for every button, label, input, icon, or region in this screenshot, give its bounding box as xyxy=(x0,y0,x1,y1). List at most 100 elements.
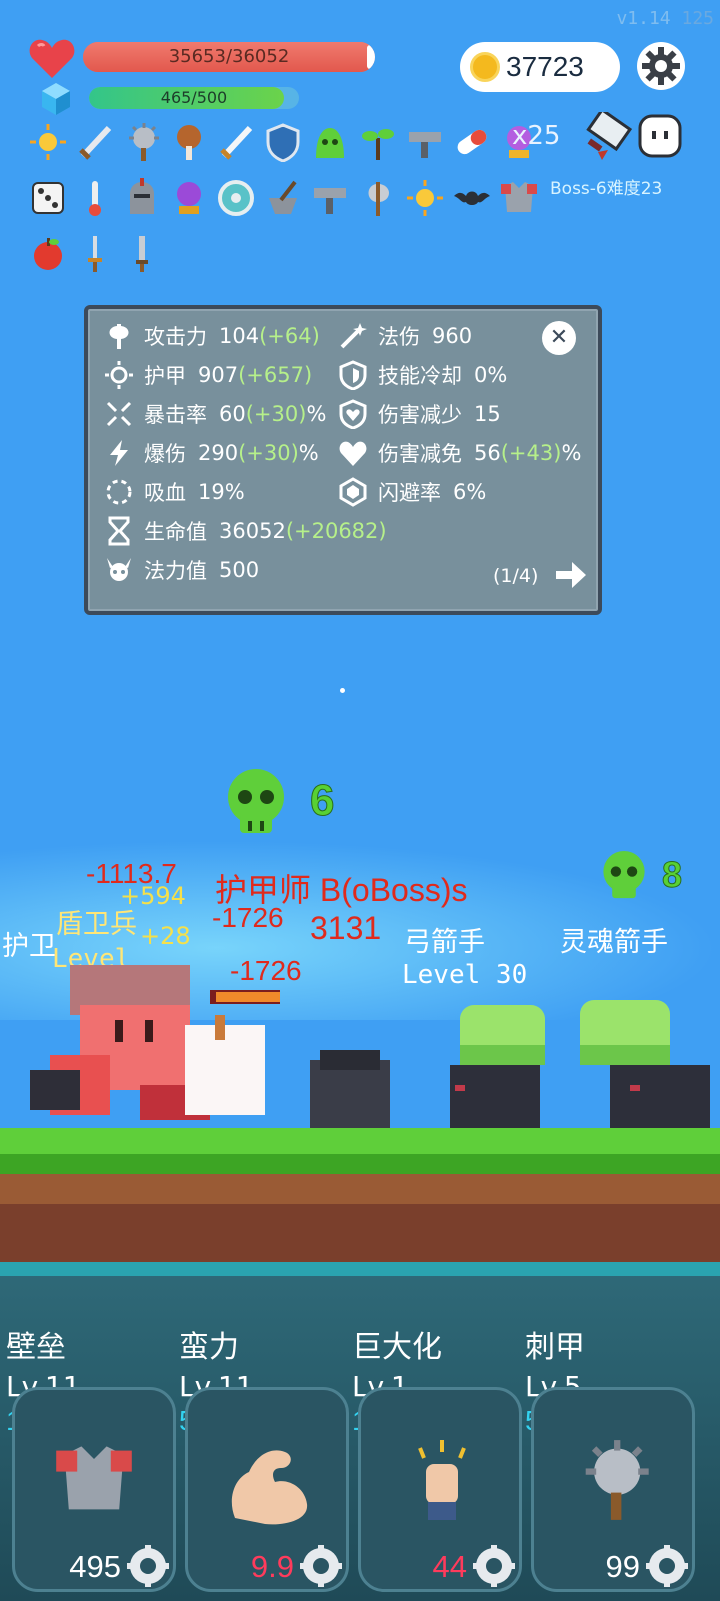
bat-icon[interactable] xyxy=(452,178,492,218)
round-shield-icon[interactable] xyxy=(216,178,256,218)
settings-gear-icon[interactable] xyxy=(636,41,686,91)
chest-armor-icon[interactable] xyxy=(499,178,539,218)
stat-suffix: % xyxy=(298,441,319,465)
cleaver-boss-icon[interactable] xyxy=(586,112,634,162)
stat-suffix: % xyxy=(561,441,582,465)
spiked-mace-icon[interactable] xyxy=(122,122,162,162)
stat-value: 36052 xyxy=(219,519,286,543)
skill-upgrade-card[interactable]: 44 xyxy=(358,1387,522,1592)
version-label: v1.14 125 xyxy=(616,8,714,29)
thermometer-icon[interactable] xyxy=(75,178,115,218)
fist-icon xyxy=(418,1440,466,1520)
green-slime-icon[interactable] xyxy=(310,122,350,162)
heart-icon xyxy=(339,441,367,466)
enemy-name: 盾卫兵 xyxy=(56,909,137,940)
sword-icon[interactable] xyxy=(75,122,115,162)
upgrade-gear-icon xyxy=(300,1545,342,1587)
enemy-sprite xyxy=(310,1050,390,1135)
stat-bonus: (+657) xyxy=(238,363,313,387)
mp-bar: 465/500 xyxy=(89,87,299,109)
stat-row: 攻击力 104 (+64) xyxy=(104,321,320,351)
heart-shield-icon xyxy=(339,399,367,429)
meat-drumstick-icon[interactable] xyxy=(169,122,209,162)
boss-difficulty-label: Boss-6难度23 xyxy=(550,179,663,199)
upgrade-gear-icon xyxy=(646,1545,688,1587)
lightning-icon xyxy=(110,440,128,466)
stat-row: 生命值 36052 (+20682) xyxy=(104,516,387,546)
hp-bar: 35653/36052 xyxy=(83,42,375,72)
horned-skull-icon xyxy=(107,558,131,581)
stats-panel: 攻击力 104 (+64) 护甲 907 (+657) 暴击率 60 (+30)% 爆伤 290 (+… xyxy=(84,305,602,615)
sun-icon xyxy=(105,361,133,389)
steel-sword-icon[interactable] xyxy=(216,122,256,162)
stat-suffix: % xyxy=(306,402,327,426)
stat-value: 907 xyxy=(198,363,239,387)
hourglass-icon xyxy=(108,516,130,546)
gold-counter[interactable]: 37723 xyxy=(460,42,620,92)
spiked-mace-icon xyxy=(585,1440,649,1520)
uzi-gun-icon[interactable] xyxy=(405,122,445,162)
enemy-level: Level 30 xyxy=(402,960,528,990)
gold-amount: 37723 xyxy=(506,51,584,82)
sun-orb-icon[interactable] xyxy=(405,178,445,218)
apple-icon[interactable] xyxy=(28,234,68,274)
stat-value: 15 xyxy=(474,402,501,426)
skull-icon xyxy=(603,850,645,899)
upgrade-gear-icon xyxy=(127,1545,169,1587)
stat-row: 法伤 960 xyxy=(338,321,472,351)
stat-value: 19% xyxy=(198,480,245,504)
stat-row: 吸血 19% xyxy=(104,477,245,507)
stat-value: 0% xyxy=(474,363,508,387)
upgrade-cost: 495 xyxy=(69,1549,121,1584)
skill-upgrade-card[interactable]: 9.9 xyxy=(185,1387,349,1592)
stat-row: 闪避率 6% xyxy=(338,477,486,507)
stat-row: 法力值 500 xyxy=(104,555,259,585)
knight-helmet-icon[interactable] xyxy=(122,178,162,218)
sun-orb-icon[interactable] xyxy=(28,122,68,162)
sapling-icon[interactable] xyxy=(358,122,398,162)
stat-row: 暴击率 60 (+30)% xyxy=(104,399,326,429)
skill-name: 蛮力 xyxy=(179,1330,239,1365)
hexagon-dodge-icon xyxy=(339,477,367,507)
page-indicator: (1/4) xyxy=(493,565,539,587)
stat-value: 290 xyxy=(198,441,239,465)
stat-bonus: (+30) xyxy=(238,441,299,465)
battle-axe-icon[interactable] xyxy=(358,178,398,218)
stat-bonus: (+43) xyxy=(500,441,562,465)
tree-decoration xyxy=(460,1005,545,1065)
skill-name: 壁垒 xyxy=(6,1330,66,1365)
enemy-name: 弓箭手 xyxy=(404,927,485,958)
skill-upgrade-card[interactable]: 495 xyxy=(12,1387,176,1592)
kill-count-main: 6 xyxy=(309,776,335,826)
stat-row: 爆伤 290 (+30)% xyxy=(104,438,319,468)
stat-name: 爆伤 xyxy=(144,442,186,466)
lifesteal-icon xyxy=(106,479,132,505)
stat-bonus: (+64) xyxy=(259,324,320,348)
upgrade-cost: 9.9 xyxy=(250,1549,294,1584)
dirt xyxy=(0,1174,720,1204)
flexed-arm-icon xyxy=(231,1450,308,1525)
enemy-name: 灵魂箭手 xyxy=(560,927,668,958)
stat-bonus: (+30) xyxy=(245,402,307,426)
mana-gem-icon xyxy=(42,83,70,115)
magic-orb-icon[interactable] xyxy=(169,178,209,218)
stat-value: 960 xyxy=(432,324,473,348)
stat-value: 60 xyxy=(219,402,246,426)
dagger-icon[interactable] xyxy=(75,234,115,274)
stat-value: 6% xyxy=(453,480,487,504)
skill-upgrade-card[interactable]: 99 xyxy=(531,1387,695,1592)
item-multiplier: x25 xyxy=(512,121,561,151)
grass-shade xyxy=(0,1154,720,1174)
upgrade-cost: 99 xyxy=(605,1549,640,1584)
shield-icon[interactable] xyxy=(263,122,303,162)
ghost-boss-icon[interactable] xyxy=(637,113,683,159)
next-page-arrow-icon[interactable] xyxy=(554,559,588,591)
short-sword-icon[interactable] xyxy=(122,234,162,274)
heal-number: +28 xyxy=(140,922,191,950)
pill-capsule-icon[interactable] xyxy=(452,122,492,162)
mortar-pestle-icon[interactable] xyxy=(263,178,303,218)
chest-armor-icon xyxy=(56,1446,132,1510)
close-button[interactable]: ✕ xyxy=(542,321,576,355)
dice-icon[interactable] xyxy=(28,178,68,218)
uzi-gun-icon[interactable] xyxy=(310,178,350,218)
